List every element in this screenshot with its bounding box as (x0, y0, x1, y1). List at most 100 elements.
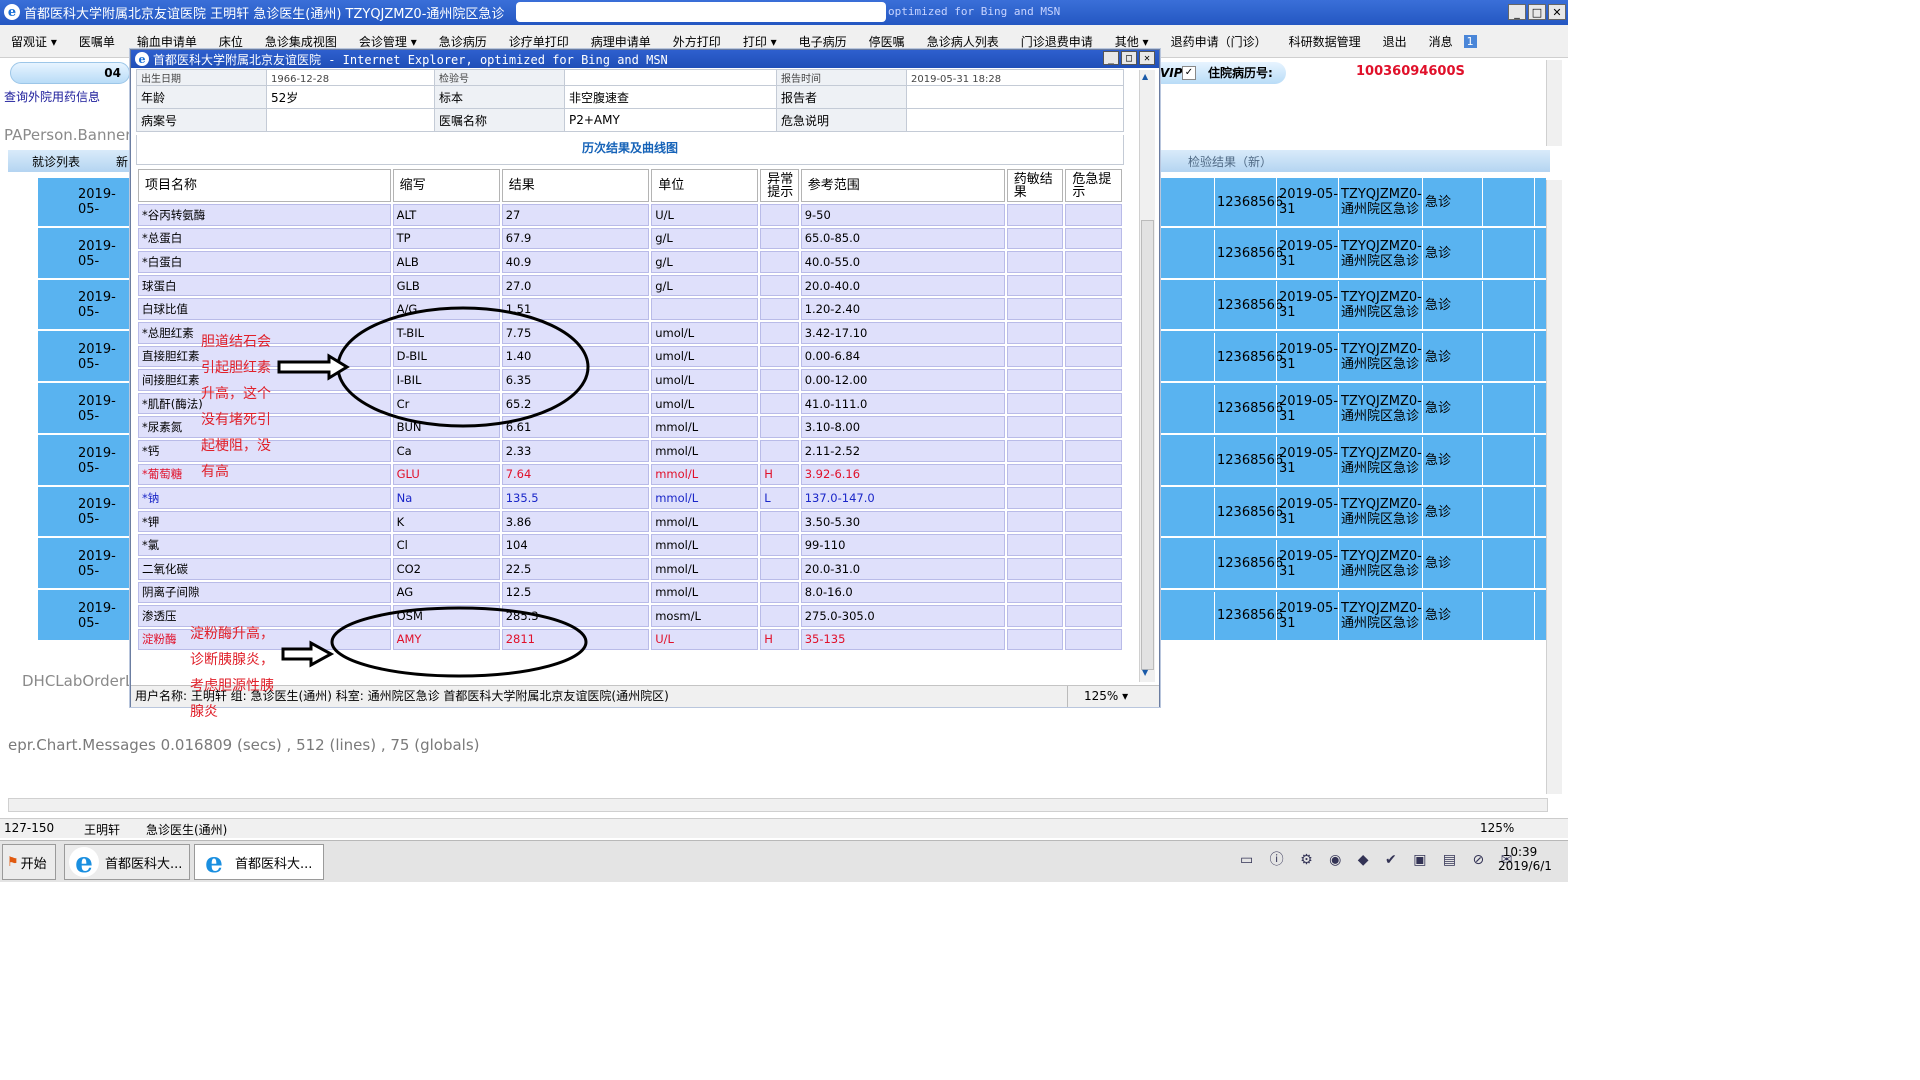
visit-cell: 2019-05-31 (1276, 229, 1338, 278)
window-controls: _ □ ✕ (1508, 4, 1566, 20)
visit-cell-divider (1534, 178, 1535, 226)
vip-checkbox[interactable]: ✓ (1182, 66, 1196, 80)
taskbar-ie-window-2[interactable]: e 首都医科大... (194, 844, 324, 880)
visit-cell: 12368566 (1214, 281, 1283, 330)
chart-messages-label: epr.Chart.Messages 0.016809 (secs) , 512… (8, 736, 480, 754)
menu-item-12[interactable]: 停医嘱 (858, 33, 916, 50)
inpatient-label: 住院病历号: (1208, 66, 1273, 80)
ie-icon: e (199, 846, 229, 879)
menu-item-7[interactable]: 诊疗单打印 (498, 33, 580, 50)
visit-cell-divider (1534, 539, 1535, 588)
visit-cell: 12368566 (1214, 333, 1283, 382)
lab-order-label: DHCLabOrderL (22, 672, 134, 690)
annotation-line: 升高，这个 (201, 386, 271, 402)
status-bar: 127-150 王明轩 急诊医生(通州) 125% (0, 818, 1568, 838)
visit-cell: 2019-05- (78, 238, 116, 269)
menu-item-2[interactable]: 输血申请单 (126, 33, 208, 50)
tray-icons[interactable]: ▭ ⓘ ⚙ ◉ ◆ ✔ ▣ ▤ ⊘ ✉ (1240, 849, 1518, 869)
status-zoom[interactable]: 125% (1480, 821, 1514, 835)
menu-item-0[interactable]: 留观证 ▾ (0, 33, 68, 50)
visit-cell-divider (1482, 281, 1483, 330)
maximize-button[interactable]: □ (1528, 4, 1546, 20)
ie-icon: e (69, 846, 99, 879)
menu-item-14[interactable]: 门诊退费申请 (1010, 33, 1104, 50)
popup-zoom[interactable]: 125% ▾ (1067, 686, 1155, 707)
lab-report-popup: e 首都医科大学附属北京友谊医院 - Internet Explorer, op… (130, 49, 1160, 707)
visit-cell: 2019-05- (78, 393, 116, 424)
visit-cell: 2019-05-31 (1276, 436, 1338, 485)
visit-cell: 2019-05- (78, 445, 116, 476)
menu-item-18[interactable]: 退出 (1372, 33, 1418, 50)
visit-cell-divider (1482, 436, 1483, 485)
vip-bar: VIP ✓ 住院病历号: (1160, 62, 1286, 84)
visit-cell: 急诊 (1422, 281, 1482, 330)
annotation-text-amylase: 淀粉酶升高， 诊断胰腺炎， 考虑胆源性胰 腺炎 (190, 621, 274, 725)
annotation-line: 起梗阻，没 (201, 438, 271, 454)
menu-item-5[interactable]: 会诊管理 ▾ (348, 33, 428, 50)
paperson-banner-label: PAPerson.Banner (4, 126, 132, 144)
menu-item-19[interactable]: 消息 (1418, 33, 1464, 50)
window-title-suffix: optimized for Bing and MSN (888, 5, 1061, 18)
menu-item-8[interactable]: 病理申请单 (580, 33, 662, 50)
visit-cell: 急诊 (1422, 229, 1482, 278)
minimize-button[interactable]: _ (1508, 4, 1526, 20)
menu-item-15[interactable]: 其他 ▾ (1104, 33, 1160, 50)
menu-item-9[interactable]: 外方打印 (662, 33, 732, 50)
main-title-bar: e 首都医科大学附属北京友谊医院 王明轩 急诊医生(通州) TZYQJZMZ0-… (0, 0, 1568, 25)
visit-cell: 急诊 (1422, 488, 1482, 537)
menu-item-6[interactable]: 急诊病历 (428, 33, 498, 50)
visit-cell: 2019-05- (78, 290, 116, 321)
visit-cell: 2019-05- (78, 548, 116, 579)
main-scrollbar[interactable] (1546, 180, 1562, 794)
taskbar-ie-window-1[interactable]: e 首都医科大... (64, 844, 190, 880)
ie-icon: e (4, 4, 20, 20)
visit-cell: 12368566 (1214, 539, 1283, 588)
popup-status-bar: 用户名称: 王明轩 组: 急诊医生(通州) 科室: 通州院区急诊 首都医科大学附… (131, 685, 1159, 707)
close-button[interactable]: ✕ (1548, 4, 1566, 20)
visit-cell: 12368566 (1214, 384, 1283, 433)
status-user: 王明轩 (84, 823, 121, 837)
visit-cell: 急诊 (1422, 539, 1482, 588)
visit-cell: 2019-05-31 (1276, 281, 1338, 330)
annotation-line: 考虑胆源性胰 (190, 678, 274, 694)
visit-cell-divider (1482, 488, 1483, 537)
menu-item-3[interactable]: 床位 (208, 33, 254, 50)
tab-visit-list[interactable]: 就诊列表 (32, 153, 80, 170)
visit-cell-divider (1534, 591, 1535, 640)
visit-cell: 2019-05- (78, 600, 116, 631)
visit-cell-divider (1534, 488, 1535, 537)
menu-item-1[interactable]: 医嘱单 (68, 33, 126, 50)
menu-item-10[interactable]: 打印 ▾ (732, 33, 788, 50)
visit-cell-divider (1534, 333, 1535, 382)
visit-cell-divider (1482, 178, 1483, 226)
tab-new[interactable]: 新 (116, 153, 128, 170)
right-tab-strip: 检验结果（新） (1160, 150, 1550, 172)
redacted-region (516, 2, 886, 22)
menu-item-11[interactable]: 电子病历 (788, 33, 858, 50)
tab-lab-results-new[interactable]: 检验结果（新） (1188, 153, 1272, 170)
start-button[interactable]: ⚑ 开始 (2, 844, 56, 880)
annotation-line: 腺炎 (190, 704, 218, 720)
inpatient-number: 10036094600S (1356, 64, 1465, 79)
menu-item-16[interactable]: 退药申请（门诊） (1160, 33, 1278, 50)
visit-cell: 急诊 (1422, 436, 1482, 485)
visit-cell: 2019-05-31 (1276, 539, 1338, 588)
query-external-meds-link[interactable]: 查询外院用药信息 (4, 88, 100, 105)
visit-cell-divider (1534, 436, 1535, 485)
visit-cell: 2019-05-31 (1276, 178, 1338, 226)
visit-cell: 2019-05-31 (1276, 488, 1338, 537)
visit-cell: 急诊 (1422, 384, 1482, 433)
clock-time: 10:39 (1502, 845, 1538, 859)
annotation-line: 没有堵死引 (201, 412, 271, 428)
taskbar: ⚑ 开始 e 首都医科大... e 首都医科大... ▭ ⓘ ⚙ ◉ ◆ ✔ ▣ ▤ … (0, 840, 1568, 882)
visit-cell: TZYQJZMZ0-通州院区急诊 (1338, 591, 1422, 640)
horizontal-scrollbar[interactable] (8, 798, 1548, 812)
top-scrollbar[interactable] (1546, 60, 1562, 146)
menu-item-17[interactable]: 科研数据管理 (1278, 33, 1372, 50)
visit-cell-divider (1482, 384, 1483, 433)
vip-label: VIP (1160, 66, 1183, 80)
visit-cell: 2019-05- (78, 187, 116, 217)
visit-cell: 12368566 (1214, 488, 1283, 537)
menu-item-4[interactable]: 急诊集成视图 (254, 33, 348, 50)
menu-item-13[interactable]: 急诊病人列表 (916, 33, 1010, 50)
